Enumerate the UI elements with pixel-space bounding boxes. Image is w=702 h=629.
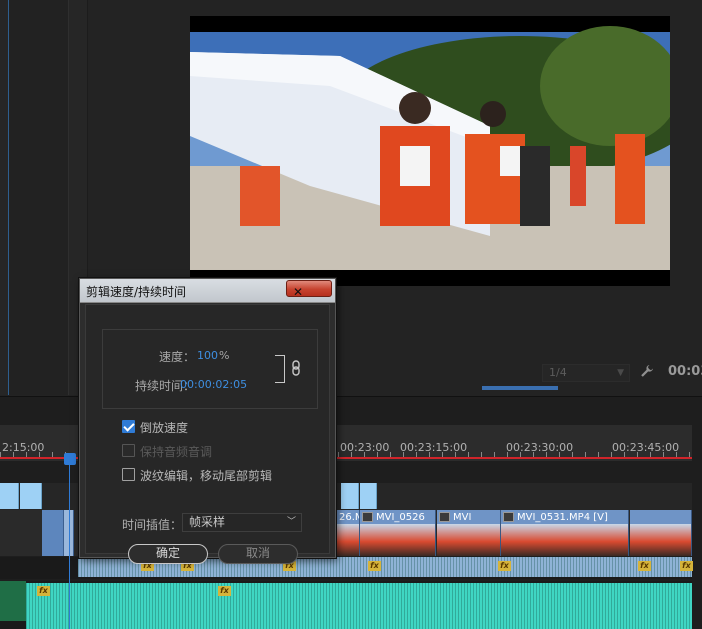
playhead-line bbox=[69, 463, 70, 629]
project-panel-list bbox=[9, 0, 69, 395]
clip-segment[interactable] bbox=[341, 483, 359, 509]
clip-thumbnail bbox=[437, 524, 500, 556]
clip-thumbnail bbox=[630, 524, 691, 556]
interpolation-value: 帧采样 bbox=[189, 515, 226, 529]
audio-clip[interactable] bbox=[26, 583, 692, 629]
fx-badge: fx bbox=[680, 561, 693, 571]
clip-title: MVI_0531.MP4 [V] bbox=[517, 512, 608, 523]
clip-segment[interactable] bbox=[0, 483, 19, 509]
fx-badge: fx bbox=[638, 561, 651, 571]
audio-clip[interactable] bbox=[0, 581, 26, 621]
maintain-pitch-label: 保持音频音调 bbox=[140, 445, 213, 459]
duration-value-field[interactable]: 00:00:02:05 bbox=[180, 378, 247, 391]
resolution-select[interactable]: 1/4 ▼ bbox=[542, 364, 630, 382]
program-monitor-video bbox=[190, 16, 670, 286]
audio-waveform bbox=[26, 583, 692, 629]
speed-value-field[interactable]: 100 bbox=[197, 349, 218, 362]
clip-thumbnail bbox=[501, 524, 628, 556]
ripple-edit-checkbox[interactable] bbox=[122, 468, 135, 481]
fx-badge: fx bbox=[498, 561, 511, 571]
speed-unit: % bbox=[219, 349, 230, 362]
fx-badge: fx bbox=[218, 586, 231, 596]
maintain-pitch-checkbox bbox=[122, 444, 135, 457]
clip-segment[interactable] bbox=[42, 510, 64, 556]
clip-thumbnail bbox=[337, 524, 359, 556]
interpolation-label: 时间插值： bbox=[122, 518, 183, 532]
fx-badge: fx bbox=[368, 561, 381, 571]
fx-badge: fx bbox=[37, 586, 50, 596]
monitor-timecode: 00:03 bbox=[668, 364, 702, 379]
video-frame-image bbox=[190, 16, 670, 286]
dialog-titlebar[interactable]: 剪辑速度/持续时间 ✕ bbox=[80, 279, 335, 303]
panel-guide-line bbox=[8, 0, 9, 395]
ok-button[interactable]: 确定 bbox=[128, 544, 208, 564]
speed-label: 速度： bbox=[158, 350, 195, 364]
resolution-value: 1/4 bbox=[549, 366, 567, 379]
timeline-clip[interactable]: 26.M bbox=[337, 510, 360, 556]
close-button[interactable]: ✕ bbox=[286, 280, 332, 299]
dialog-title: 剪辑速度/持续时间 bbox=[86, 285, 187, 299]
speed-duration-dialog: 剪辑速度/持续时间 ✕ 速度： 100 % 持续时间： 00:00:02:05 … bbox=[79, 278, 336, 564]
dialog-body: 速度： 100 % 持续时间： 00:00:02:05 倒放速度 保持音频音调 … bbox=[85, 304, 330, 564]
interpolation-select[interactable]: 帧采样 ﹀ bbox=[182, 513, 302, 532]
reverse-speed-checkbox[interactable] bbox=[122, 420, 135, 433]
clip-title: MVI bbox=[453, 512, 472, 523]
playhead-handle[interactable] bbox=[64, 453, 76, 465]
ripple-edit-label: 波纹编辑，移动尾部剪辑 bbox=[140, 469, 273, 483]
monitor-scrollbar[interactable] bbox=[482, 386, 558, 390]
clip-segment[interactable] bbox=[360, 483, 377, 509]
timeline-clip[interactable] bbox=[630, 510, 692, 556]
clip-title: 26.M bbox=[339, 512, 359, 523]
cancel-button[interactable]: 取消 bbox=[218, 544, 298, 564]
wrench-icon-graphic bbox=[641, 365, 653, 377]
chevron-down-icon: ﹀ bbox=[286, 517, 296, 527]
clip-segment[interactable] bbox=[20, 483, 42, 509]
timeline-clip[interactable]: MVI bbox=[437, 510, 501, 556]
timeline-clip[interactable]: MVI_0526 bbox=[360, 510, 436, 556]
reverse-speed-label: 倒放速度 bbox=[140, 421, 189, 435]
wrench-icon[interactable] bbox=[640, 364, 656, 380]
project-panel bbox=[0, 0, 88, 395]
chevron-down-icon: ▼ bbox=[617, 368, 624, 378]
link-bracket bbox=[275, 355, 285, 383]
clip-thumbnail bbox=[360, 524, 435, 556]
speed-duration-group: 速度： 100 % 持续时间： 00:00:02:05 bbox=[102, 329, 318, 409]
close-icon: ✕ bbox=[293, 285, 304, 299]
clip-title: MVI_0526 bbox=[376, 512, 425, 523]
link-icon[interactable] bbox=[291, 360, 301, 376]
timeline-clip[interactable]: MVI_0531.MP4 [V] bbox=[501, 510, 629, 556]
